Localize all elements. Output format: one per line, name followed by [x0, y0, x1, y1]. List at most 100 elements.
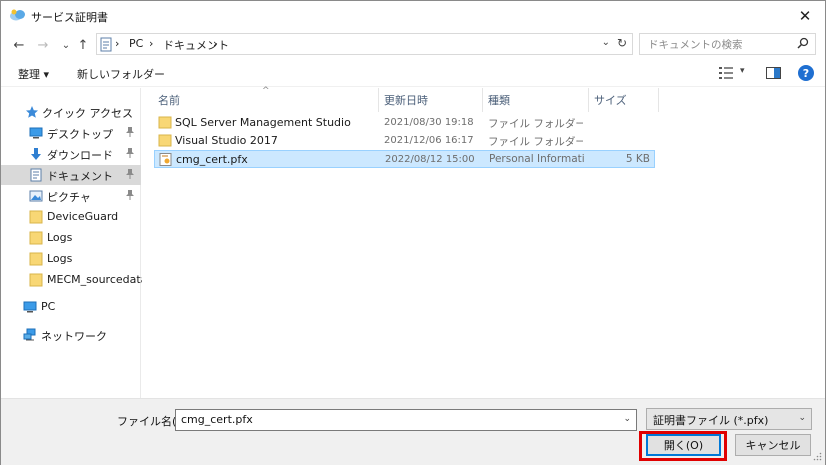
- breadcrumb-separator: ›: [115, 37, 120, 50]
- file-size: 5 KB: [625, 153, 650, 165]
- file-row-selected[interactable]: cmg_cert.pfx 2022/08/12 15:00 Personal I…: [154, 150, 655, 168]
- preview-pane-icon[interactable]: [766, 67, 781, 79]
- chevron-down-icon: ⌄: [61, 39, 71, 51]
- sidebar-item-label: PC: [41, 300, 56, 313]
- file-type: ファイル フォルダー: [488, 118, 583, 130]
- sidebar-item-downloads[interactable]: ダウンロード: [1, 144, 141, 164]
- column-header-type[interactable]: 種類: [488, 92, 510, 108]
- view-options-icon[interactable]: [719, 67, 733, 79]
- title-bar: サービス証明書 ✕: [1, 1, 825, 31]
- pin-icon: [126, 169, 134, 179]
- file-row[interactable]: SQL Server Management Studio 2021/08/30 …: [154, 114, 655, 132]
- refresh-icon[interactable]: ↻: [617, 36, 627, 50]
- file-type: ファイル フォルダー: [488, 136, 583, 148]
- breadcrumb-separator: ›: [213, 37, 218, 50]
- chevron-down-icon[interactable]: ⌄: [623, 414, 631, 424]
- forward-arrow-icon: →: [37, 37, 49, 53]
- resize-grip-icon[interactable]: [813, 452, 822, 461]
- organize-button[interactable]: 整理 ▾: [18, 66, 49, 82]
- view-dropdown-icon[interactable]: ▾: [740, 66, 745, 76]
- search-input[interactable]: ドキュメントの検索: [639, 33, 816, 55]
- folder-icon: [29, 273, 43, 287]
- navigation-pane: クイック アクセス デスクトップ ダウンロード ドキュメント ピクチャ Devi…: [1, 88, 147, 398]
- pictures-icon: [29, 190, 43, 202]
- forward-button[interactable]: →: [34, 36, 52, 54]
- column-divider[interactable]: [658, 88, 659, 112]
- download-icon: [31, 148, 41, 160]
- back-button[interactable]: ←: [10, 36, 28, 54]
- sidebar-item-label: MECM_sourcedata: [47, 273, 148, 286]
- up-arrow-icon: ↑: [77, 37, 89, 53]
- sort-ascending-icon: ^: [262, 86, 270, 96]
- open-button-label: 開く(O): [663, 439, 704, 452]
- column-header-name[interactable]: 名前: [158, 92, 180, 108]
- certificate-file-icon: [159, 153, 172, 166]
- sidebar-item-logs[interactable]: Logs: [1, 249, 141, 269]
- pin-icon: [126, 190, 134, 200]
- close-button[interactable]: ✕: [785, 1, 825, 31]
- file-row[interactable]: Visual Studio 2017 2021/12/06 16:17 ファイル…: [154, 132, 655, 150]
- chevron-down-icon[interactable]: ⌄: [602, 37, 610, 48]
- file-modified: 2022/08/12 15:00: [385, 154, 475, 165]
- column-divider[interactable]: [588, 88, 589, 112]
- sidebar-item-label: ドキュメント: [47, 170, 113, 183]
- sidebar-item-pc[interactable]: PC: [1, 297, 141, 317]
- filetype-select[interactable]: 証明書ファイル (*.pfx) ⌄: [646, 408, 812, 430]
- help-glyph: ?: [802, 66, 810, 80]
- sidebar-item-logs[interactable]: Logs: [1, 228, 141, 248]
- filename-input[interactable]: cmg_cert.pfx ⌄: [175, 409, 637, 431]
- sidebar-item-desktop[interactable]: デスクトップ: [1, 123, 141, 143]
- column-divider[interactable]: [482, 88, 483, 112]
- folder-icon: [158, 116, 172, 129]
- folder-icon: [29, 210, 43, 224]
- breadcrumb-pc[interactable]: PC: [129, 37, 143, 50]
- filename-value: cmg_cert.pfx: [181, 413, 253, 426]
- breadcrumb-separator: ›: [149, 37, 154, 50]
- file-modified: 2021/08/30 19:18: [384, 117, 474, 128]
- sidebar-item-network[interactable]: ネットワーク: [1, 325, 141, 345]
- documents-icon: [30, 168, 42, 182]
- sidebar-item-label: ピクチャ: [47, 191, 91, 204]
- sidebar-item-label: ダウンロード: [47, 149, 113, 162]
- open-button[interactable]: 開く(O): [646, 434, 721, 456]
- column-divider[interactable]: [378, 88, 379, 112]
- address-bar[interactable]: › PC › ドキュメント › ⌄ ↻: [96, 33, 633, 55]
- help-icon[interactable]: ?: [798, 65, 814, 81]
- sidebar-item-label: DeviceGuard: [47, 210, 119, 223]
- breadcrumb-documents[interactable]: ドキュメント: [163, 37, 229, 53]
- column-header-modified[interactable]: 更新日時: [384, 92, 428, 108]
- file-type: Personal Informati...: [489, 153, 584, 165]
- sidebar-item-label: デスクトップ: [47, 128, 113, 141]
- chevron-down-icon: ⌄: [798, 413, 806, 423]
- file-name: cmg_cert.pfx: [176, 153, 248, 166]
- navigation-bar: ← → ⌄ ↑ › PC › ドキュメント › ⌄ ↻ ドキュメントの検索: [1, 31, 825, 59]
- network-icon: [23, 328, 36, 341]
- sidebar-item-label: Logs: [47, 231, 73, 244]
- command-bar: 整理 ▾ 新しいフォルダー ▾ ?: [1, 59, 825, 87]
- close-icon: ✕: [798, 7, 812, 25]
- sidebar-item-deviceguard[interactable]: DeviceGuard: [1, 207, 141, 227]
- cancel-button[interactable]: キャンセル: [735, 434, 811, 456]
- pin-icon: [126, 148, 134, 158]
- sidebar-item-label: クイック アクセス: [42, 107, 133, 120]
- column-header-size[interactable]: サイズ: [594, 92, 627, 108]
- file-name: SQL Server Management Studio: [175, 116, 351, 129]
- sidebar-item-quick-access[interactable]: クイック アクセス: [1, 102, 141, 122]
- cloud-app-icon: [10, 9, 25, 21]
- sidebar-item-label: ネットワーク: [41, 330, 107, 343]
- sidebar-item-mecm-sourcedata[interactable]: MECM_sourcedata: [1, 270, 147, 290]
- folder-icon: [29, 231, 43, 245]
- up-button[interactable]: ↑: [74, 36, 92, 54]
- sidebar-item-pictures[interactable]: ピクチャ: [1, 186, 141, 206]
- window-title: サービス証明書: [31, 11, 108, 24]
- search-icon: [797, 37, 809, 49]
- cancel-button-label: キャンセル: [745, 439, 801, 452]
- recent-locations-button[interactable]: ⌄: [57, 36, 75, 54]
- sidebar-item-label: Logs: [47, 252, 73, 265]
- new-folder-button[interactable]: 新しいフォルダー: [77, 66, 165, 82]
- sidebar-item-documents[interactable]: ドキュメント: [1, 165, 141, 185]
- folder-icon: [158, 134, 172, 147]
- file-open-dialog: サービス証明書 ✕ ← → ⌄ ↑ › PC › ドキュメント › ⌄ ↻ ドキ…: [0, 0, 826, 465]
- search-placeholder: ドキュメントの検索: [648, 39, 743, 51]
- desktop-icon: [29, 127, 43, 139]
